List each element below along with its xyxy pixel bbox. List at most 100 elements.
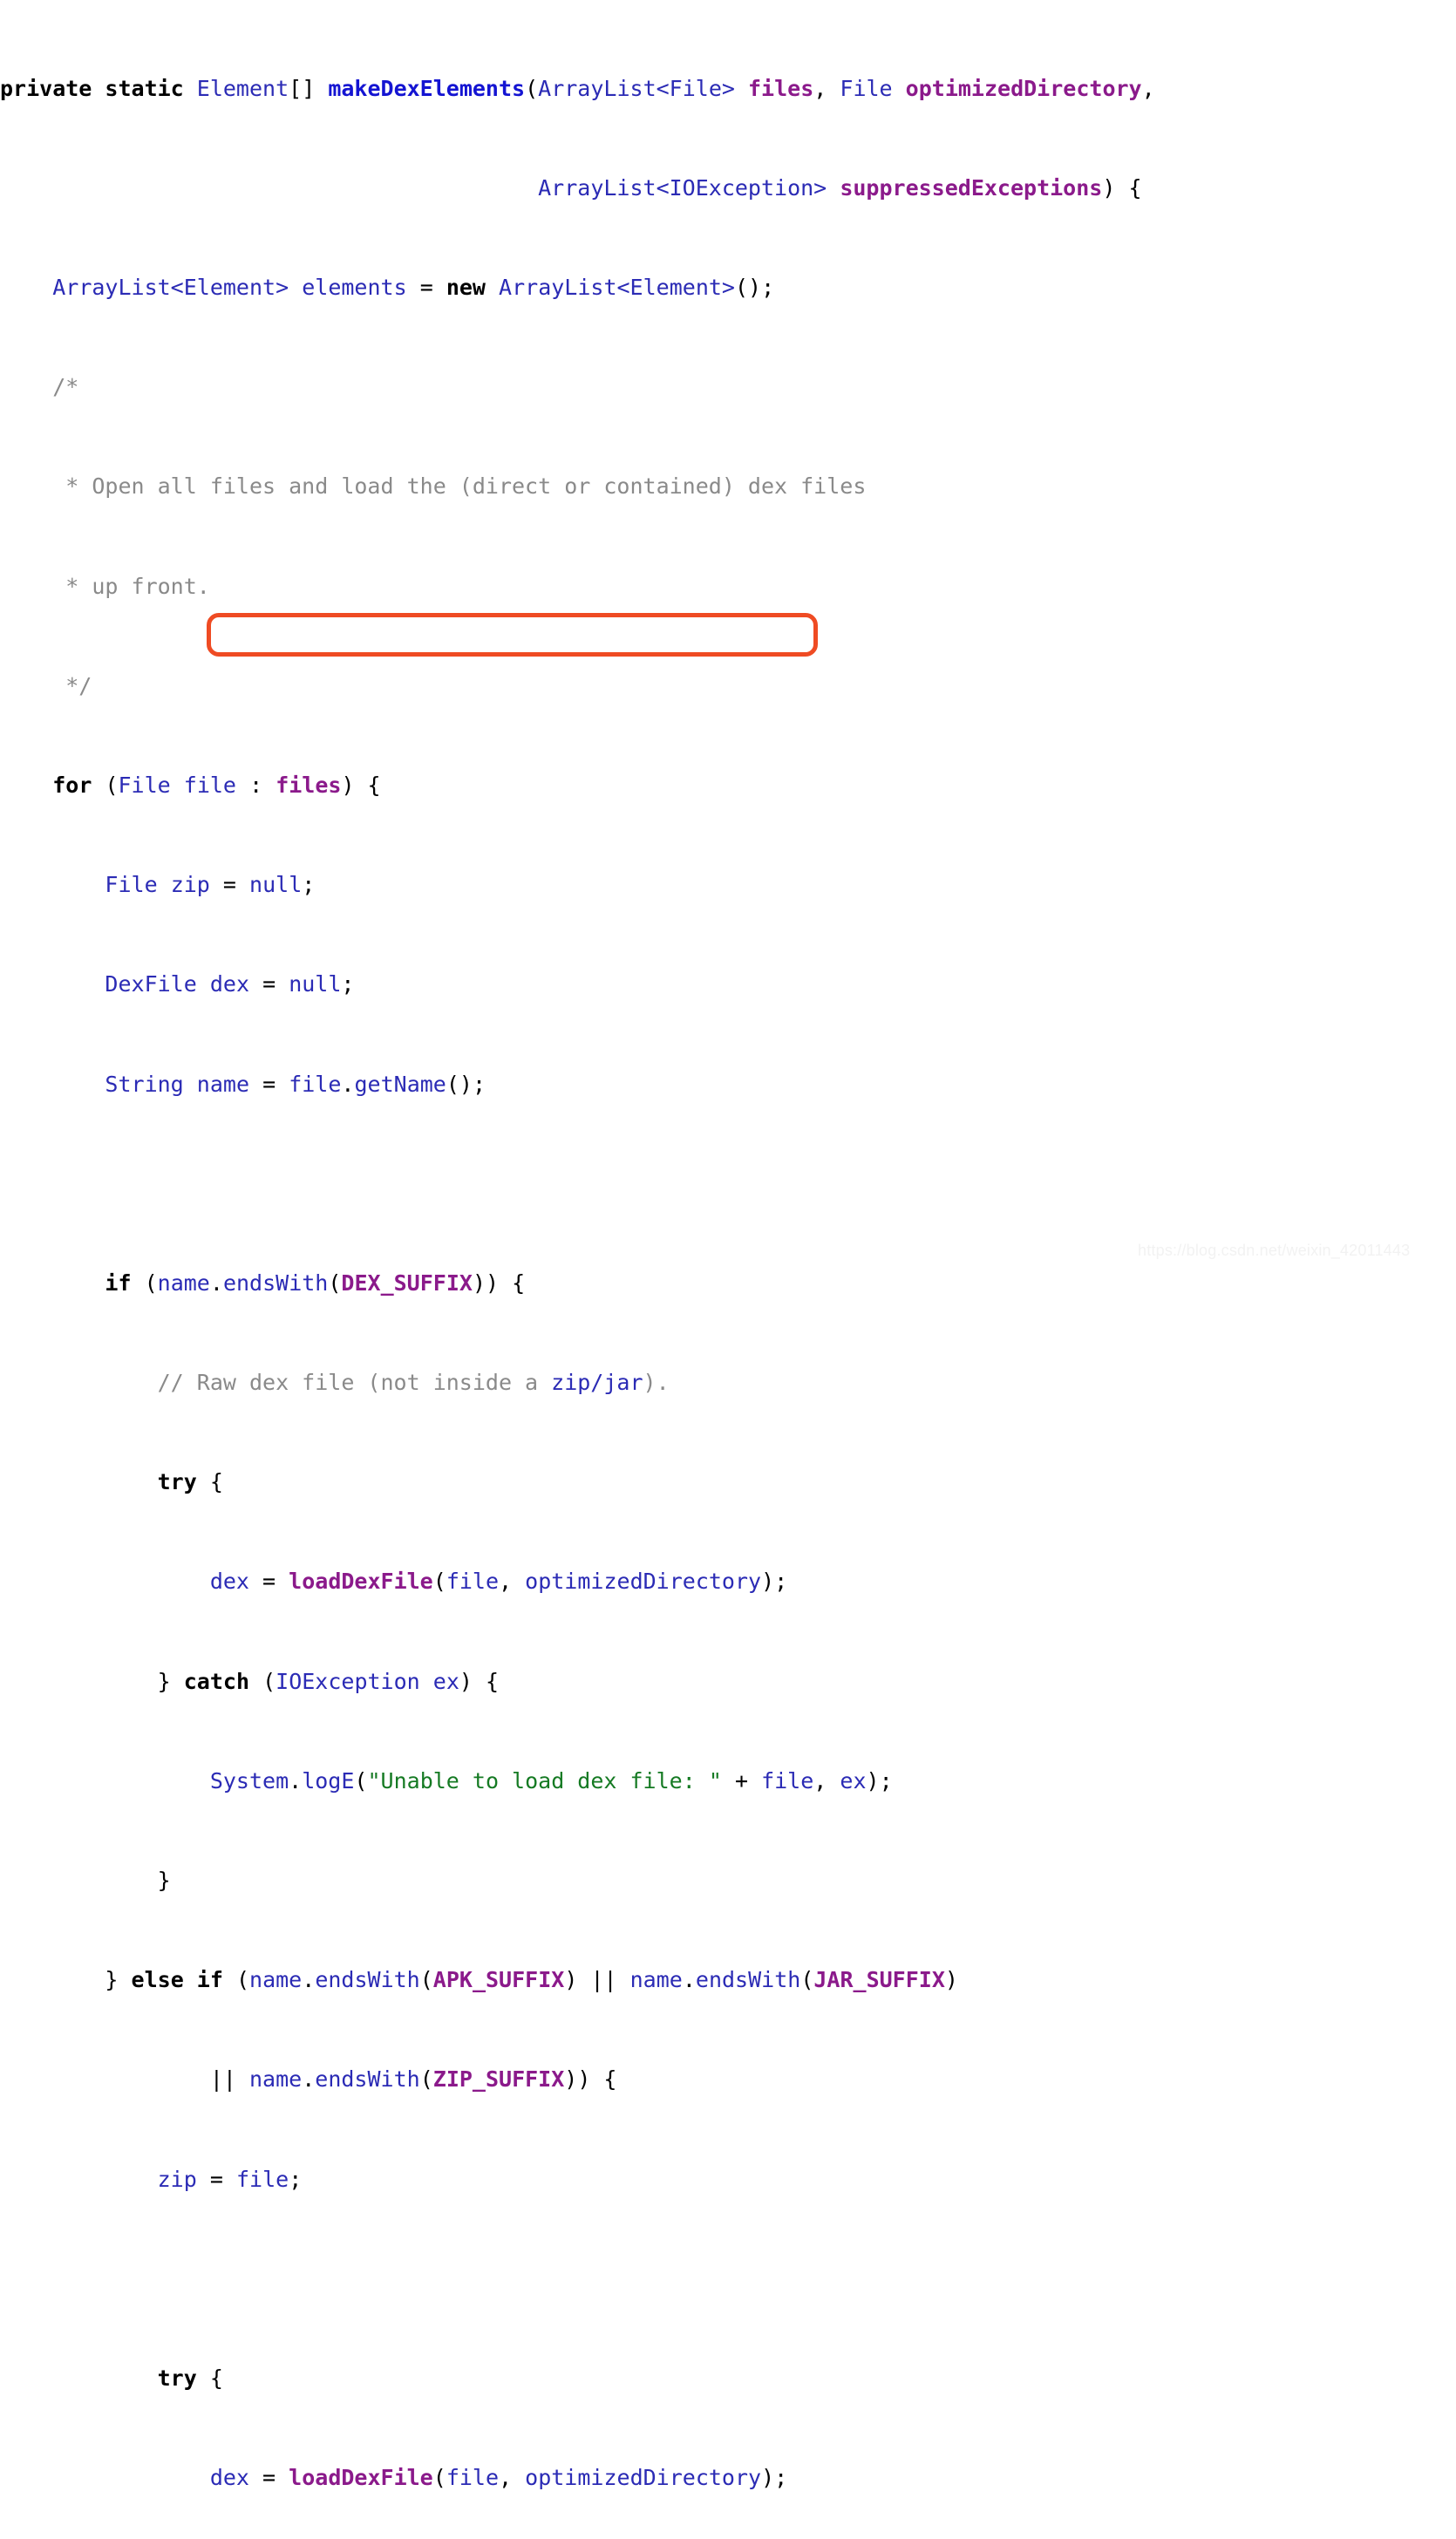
token-method-call: endsWith [315,1967,420,1993]
token-identifier: name [249,2066,303,2093]
token-punct: } [157,1868,171,1894]
code-line: String name = file.getName(); [0,1072,1456,1098]
token-identifier: file [761,1767,814,1794]
token-punct: . [289,1767,303,1794]
token-punct: ( [235,1967,250,1993]
token-punct: . [302,2066,316,2093]
token-comment: */ [0,672,92,698]
token-punct: : [249,772,263,798]
token-punct: ( [354,1767,368,1794]
token-method-call: endsWith [315,2066,420,2093]
token-punct: ( [419,1967,433,1993]
token-param: files [748,75,814,101]
token-comment: // Raw dex file (not inside a [0,1370,552,1396]
token-type: File [118,772,171,798]
token-punct: , [1141,75,1155,101]
token-comment: * up front. [0,573,210,599]
token-punct: ) { [341,772,381,798]
token-param: optimizedDirectory [905,75,1142,101]
token-type: ArrayList<IOException> [538,174,827,201]
token-punct: ( [105,772,119,798]
token-identifier: zip [170,872,210,898]
token-identifier: ex [840,1767,867,1794]
token-identifier: file [235,2166,289,2192]
token-keyword: else if [131,1967,223,1993]
token-identifier: dex [209,971,249,997]
token-punct: = [209,2166,223,2192]
token-punct: ; [289,2166,303,2192]
token-punct: . [302,1967,316,1993]
token-declared-method: makeDexElements [328,75,526,101]
token-punct: || [590,1967,617,1993]
token-punct: = [222,872,236,898]
token-punct: { [209,1469,223,1495]
token-type: File [105,872,158,898]
token-type: ArrayList<Element> [52,275,289,301]
token-identifier: null [249,872,303,898]
token-keyword: if [105,1270,132,1296]
token-punct: ( [432,2465,446,2491]
code-line: */ [0,672,1456,699]
token-punct: ) [564,1967,578,1993]
code-line: ArrayList<IOException> suppressedExcepti… [0,174,1456,201]
token-punct: ( [432,1569,446,1595]
token-constant: JAR_SUFFIX [813,1967,945,1993]
token-identifier: name [249,1967,303,1993]
token-type: IOException [276,1668,420,1694]
token-keyword: private static [0,75,184,101]
token-punct: ( [419,2066,433,2093]
token-identifier: optimizedDirectory [525,1569,762,1595]
token-punct: ); [761,2465,788,2491]
code-line: /* [0,374,1456,400]
code-line: * up front. [0,573,1456,600]
token-punct: . [341,1071,355,1097]
token-punct: { [209,2365,223,2391]
token-identifier: name [196,1071,250,1097]
token-identifier: dex [209,2465,249,2491]
token-identifier: null [289,971,342,997]
token-punct: = [419,275,433,301]
token-punct: [] [289,75,316,101]
token-identifier: file [446,1569,500,1595]
token-punct: . [682,1967,696,1993]
